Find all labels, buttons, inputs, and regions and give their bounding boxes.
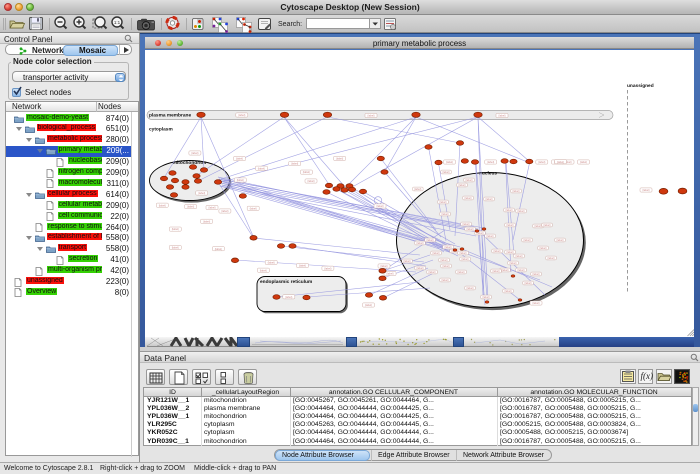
svg-text:(label): (label) [299, 264, 306, 268]
svg-text:cytoplasm: cytoplasm [149, 127, 173, 133]
svg-text:(label): (label) [506, 223, 513, 227]
svg-text:1:1: 1:1 [114, 20, 121, 25]
svg-text:(label): (label) [336, 157, 343, 161]
svg-text:(label): (label) [440, 258, 447, 262]
svg-text:(label): (label) [198, 191, 205, 195]
svg-text:(label): (label) [172, 246, 179, 250]
svg-text:(label): (label) [523, 238, 530, 242]
svg-text:(label): (label) [237, 178, 244, 182]
svg-text:(label): (label) [485, 197, 492, 201]
svg-text:(label): (label) [208, 206, 215, 210]
svg-text:(label): (label) [260, 268, 267, 272]
svg-text:(label): (label) [482, 295, 489, 299]
svg-text:(label): (label) [465, 178, 472, 182]
svg-text:(label): (label) [238, 113, 245, 117]
svg-text:(label): (label) [580, 160, 587, 164]
svg-text:(label): (label) [428, 270, 435, 274]
svg-text:(label): (label) [250, 206, 257, 210]
svg-text:(label): (label) [403, 259, 410, 263]
svg-text:(label): (label) [442, 170, 449, 174]
svg-text:(label): (label) [380, 264, 387, 268]
svg-text:(label): (label) [416, 266, 423, 270]
svg-text:(label): (label) [307, 179, 314, 183]
svg-text:Search:: Search: [278, 21, 302, 28]
svg-text:(label): (label) [221, 209, 228, 213]
svg-text:(label): (label) [324, 266, 331, 270]
svg-text:(label): (label) [509, 261, 516, 265]
svg-text:(label): (label) [486, 234, 493, 238]
svg-text:(label): (label) [367, 114, 374, 118]
svg-text:(label): (label) [517, 268, 524, 272]
svg-text:(label): (label) [426, 238, 433, 242]
svg-text:(label): (label) [432, 251, 439, 255]
svg-text:(label): (label) [543, 223, 550, 227]
svg-text:(label): (label) [504, 289, 511, 293]
svg-text:endoplasmic reticulum: endoplasmic reticulum [260, 279, 312, 285]
svg-text:(label): (label) [236, 157, 243, 161]
svg-text:(label): (label) [557, 160, 564, 164]
svg-text:(label): (label) [493, 249, 500, 253]
svg-text:(label): (label) [492, 269, 499, 273]
svg-text:(label): (label) [191, 151, 198, 155]
svg-text:(label): (label) [512, 189, 519, 193]
svg-text:(label): (label) [506, 250, 513, 254]
svg-text:(label): (label) [439, 200, 446, 204]
svg-text:(label): (label) [215, 247, 222, 251]
svg-text:(label): (label) [444, 245, 451, 249]
svg-text:(label): (label) [534, 224, 541, 228]
svg-text:(label): (label) [487, 160, 494, 164]
svg-text:(label): (label) [446, 160, 453, 164]
svg-text:(label): (label) [547, 256, 554, 260]
svg-text:(label): (label) [464, 196, 471, 200]
svg-text:(label): (label) [538, 160, 545, 164]
svg-text:(label): (label) [441, 278, 448, 282]
svg-text:(label): (label) [414, 187, 421, 191]
svg-text:(label): (label) [172, 227, 179, 231]
svg-text:mitochondrion: mitochondrion [173, 160, 207, 166]
svg-text:(label): (label) [303, 170, 310, 174]
svg-text:nucleus: nucleus [479, 171, 497, 177]
svg-text:(label): (label) [505, 208, 512, 212]
svg-text:(label): (label) [466, 286, 473, 290]
svg-text:(label): (label) [441, 212, 448, 216]
svg-text:(label): (label) [517, 209, 524, 213]
svg-text:(label): (label) [187, 205, 194, 209]
svg-text:(label): (label) [159, 203, 166, 207]
svg-text:(label): (label) [524, 281, 531, 285]
svg-text:(label): (label) [501, 268, 508, 272]
svg-text:(label): (label) [376, 204, 383, 208]
svg-text:(label): (label) [442, 264, 449, 268]
svg-text:(label): (label) [268, 261, 275, 265]
svg-text:(label): (label) [291, 162, 298, 166]
svg-text:(label): (label) [642, 188, 649, 192]
svg-text:(label): (label) [458, 183, 465, 187]
svg-text:(label): (label) [416, 241, 423, 245]
svg-text:(label): (label) [462, 222, 469, 226]
svg-text:(label): (label) [365, 303, 372, 307]
svg-text:(label): (label) [556, 238, 563, 242]
svg-text:(label): (label) [532, 301, 539, 305]
svg-text:(label): (label) [498, 114, 505, 118]
svg-text:(label): (label) [459, 251, 466, 255]
svg-text:unassigned: unassigned [627, 83, 654, 89]
svg-text:(label): (label) [285, 295, 292, 299]
svg-text:(label): (label) [258, 166, 265, 170]
svg-text:(label): (label) [386, 272, 393, 276]
svg-text:(label): (label) [539, 246, 546, 250]
svg-text:(label): (label) [532, 272, 539, 276]
svg-text:(label): (label) [466, 227, 473, 231]
svg-text:(label): (label) [515, 254, 522, 258]
svg-text:plasma membrane: plasma membrane [149, 113, 191, 119]
svg-text:(label): (label) [457, 270, 464, 274]
svg-text:(label): (label) [461, 257, 468, 261]
svg-text:(label): (label) [203, 219, 210, 223]
